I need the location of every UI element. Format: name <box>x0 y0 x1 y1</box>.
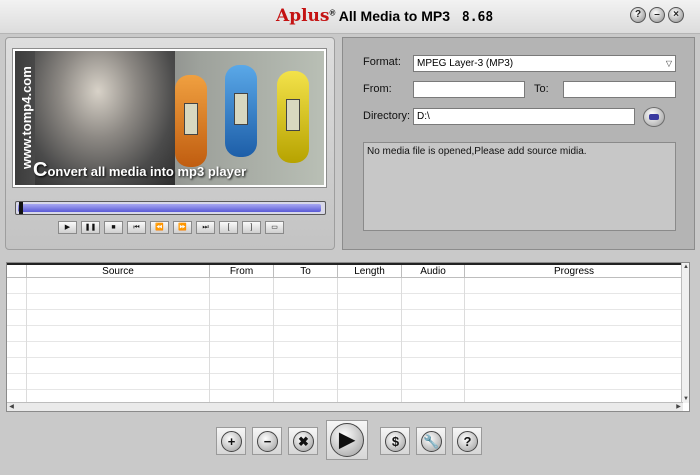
to-field[interactable] <box>563 81 676 98</box>
scroll-left-icon[interactable]: ◀ <box>7 403 16 411</box>
stop-icon[interactable]: ■ <box>104 221 123 234</box>
dollar-icon: $ <box>385 431 406 452</box>
plus-icon: + <box>221 431 242 452</box>
preview-slogan: Convert all media into mp3 player <box>33 159 246 182</box>
column-length[interactable]: Length <box>337 265 401 278</box>
to-label: To: <box>534 83 549 95</box>
preview-panel: www.tomp4.com Convert all media into mp3… <box>5 37 335 250</box>
file-table: Source From To Length Audio Progress ▲ ▼… <box>6 262 690 412</box>
minimize-button[interactable]: – <box>649 7 665 23</box>
pause-icon[interactable]: ❚❚ <box>81 221 100 234</box>
horizontal-scrollbar[interactable]: ◀ ▶ <box>7 402 683 411</box>
remove-file-button[interactable]: − <box>252 427 282 455</box>
app-title: Aplus® All Media to MP3 8.68 <box>276 6 493 26</box>
settings-panel: Format: MPEG Layer-3 (MP3) ▽ From: To: D… <box>342 37 695 250</box>
help-button[interactable]: ? <box>630 7 646 23</box>
status-message-box: No media file is opened,Please add sourc… <box>363 142 676 231</box>
chevron-down-icon[interactable]: ▽ <box>664 57 674 70</box>
close-button[interactable]: × <box>668 7 684 23</box>
clear-list-button[interactable]: ✖ <box>288 427 318 455</box>
column-source[interactable]: Source <box>26 265 209 278</box>
snapshot-icon[interactable]: ▭ <box>265 221 284 234</box>
table-header: Source From To Length Audio Progress <box>7 263 683 278</box>
from-field[interactable] <box>413 81 525 98</box>
folder-icon <box>649 114 659 120</box>
x-icon: ✖ <box>293 431 314 452</box>
mark-start-icon[interactable]: [ <box>219 221 238 234</box>
start-convert-button[interactable]: ▶ <box>326 420 368 460</box>
title-bar: Aplus® All Media to MP3 8.68 ? – × <box>0 0 700 34</box>
vertical-scrollbar[interactable]: ▲ ▼ <box>681 263 689 403</box>
video-preview: www.tomp4.com Convert all media into mp3… <box>15 51 324 185</box>
seek-bar[interactable] <box>15 201 326 215</box>
slogan-text: onvert all media into mp3 player <box>47 164 247 179</box>
browse-folder-button[interactable] <box>643 107 665 127</box>
rewind-icon[interactable]: ⏪ <box>150 221 169 234</box>
fast-forward-icon[interactable]: ⏩ <box>173 221 192 234</box>
from-label: From: <box>363 83 392 95</box>
playback-controls: ▶ ❚❚ ■ ⏮ ⏪ ⏩ ⏭ [ ] ▭ <box>58 221 284 235</box>
mp3-player-orange-image <box>175 75 207 167</box>
directory-field[interactable]: D:\ <box>413 108 635 125</box>
play-icon: ▶ <box>330 423 364 457</box>
title-text: All Media to MP3 <box>338 8 450 24</box>
wrench-icon: 🔧 <box>421 431 442 452</box>
directory-label: Directory: <box>363 110 411 122</box>
title-brand: Aplus <box>276 6 330 26</box>
scroll-right-icon[interactable]: ▶ <box>674 403 683 411</box>
minus-icon: − <box>257 431 278 452</box>
column-to[interactable]: To <box>273 265 337 278</box>
add-file-button[interactable]: + <box>216 427 246 455</box>
column-audio[interactable]: Audio <box>401 265 464 278</box>
title-mark: ® <box>329 8 336 18</box>
column-from[interactable]: From <box>209 265 273 278</box>
play-icon[interactable]: ▶ <box>58 221 77 234</box>
mp3-player-blue-image <box>225 65 257 157</box>
buy-button[interactable]: $ <box>380 427 410 455</box>
bottom-toolbar: + − ✖ ▶ $ 🔧 ? <box>0 420 700 475</box>
options-button[interactable]: 🔧 <box>416 427 446 455</box>
skip-start-icon[interactable]: ⏮ <box>127 221 146 234</box>
mark-end-icon[interactable]: ] <box>242 221 261 234</box>
title-version: 8.68 <box>461 10 494 25</box>
column-progress[interactable]: Progress <box>464 265 683 278</box>
format-value: MPEG Layer-3 (MP3) <box>417 58 514 69</box>
scroll-down-icon[interactable]: ▼ <box>682 395 690 403</box>
slogan-initial: C <box>33 159 48 181</box>
table-body <box>7 278 683 402</box>
format-select[interactable]: MPEG Layer-3 (MP3) ▽ <box>413 55 676 72</box>
scroll-up-icon[interactable]: ▲ <box>682 263 690 271</box>
mp3-player-yellow-image <box>277 71 309 163</box>
seek-handle[interactable] <box>19 202 23 214</box>
format-label: Format: <box>363 56 401 68</box>
video-frame: www.tomp4.com Convert all media into mp3… <box>13 49 326 187</box>
seek-bar-fill <box>18 204 321 212</box>
help-toolbar-button[interactable]: ? <box>452 427 482 455</box>
question-icon: ? <box>457 431 478 452</box>
skip-end-icon[interactable]: ⏭ <box>196 221 215 234</box>
